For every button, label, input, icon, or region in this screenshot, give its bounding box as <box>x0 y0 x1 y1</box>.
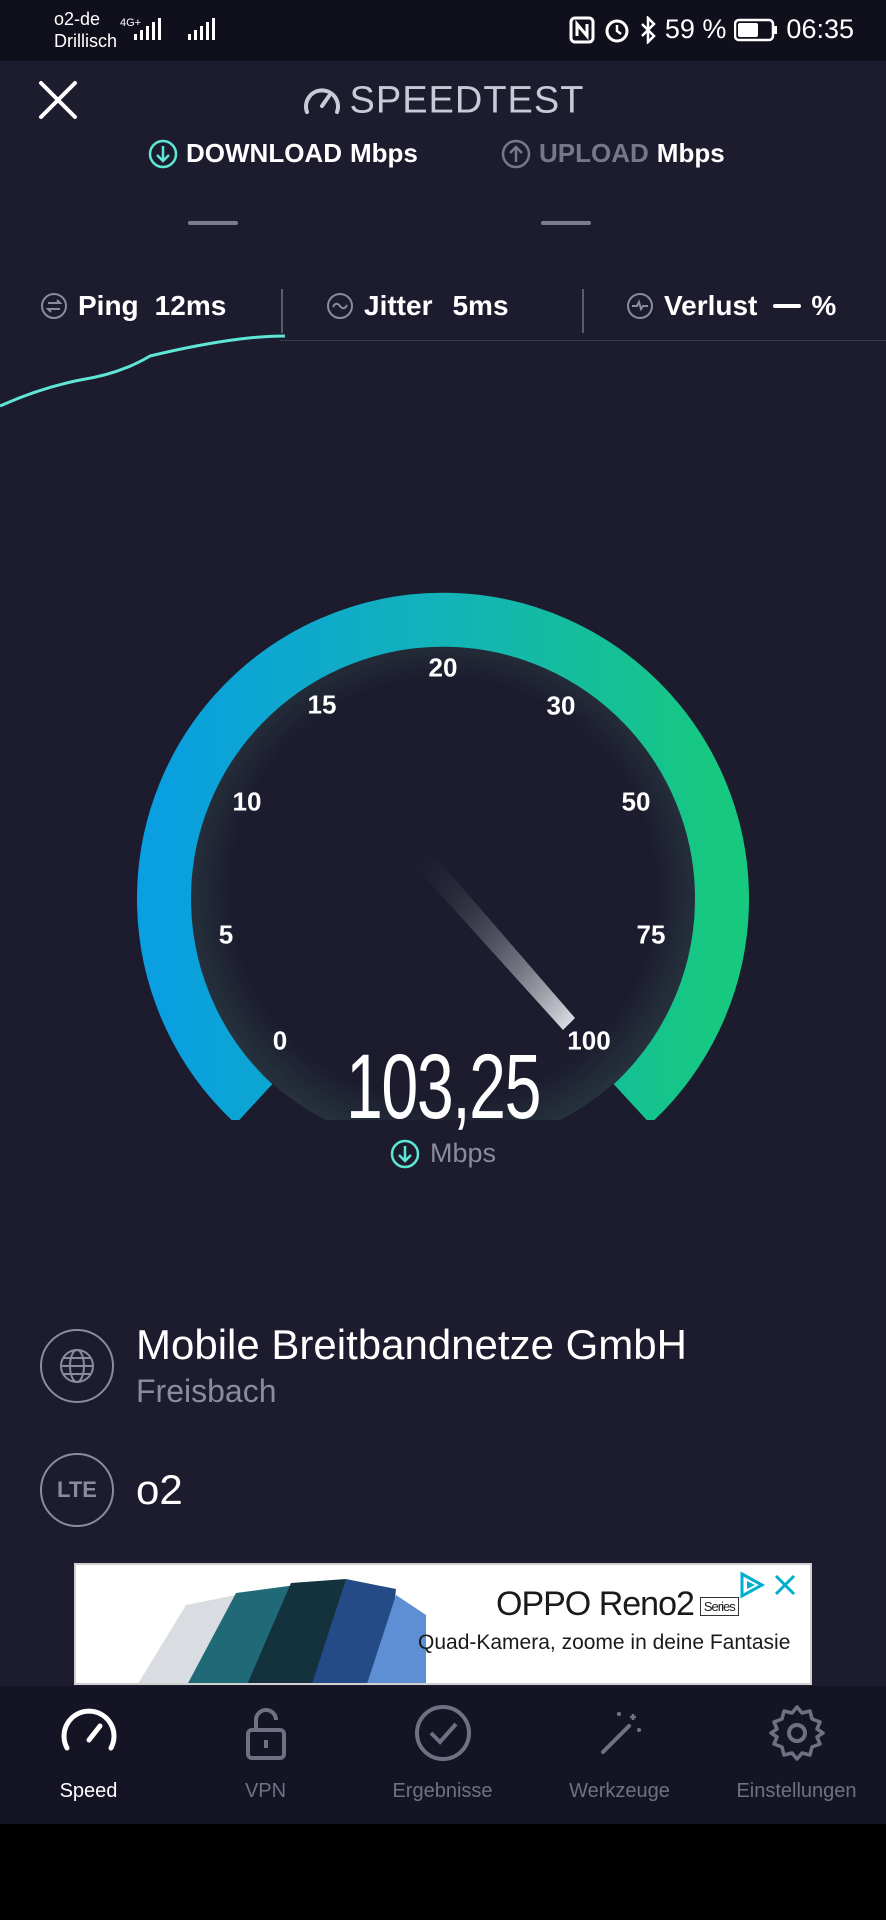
speedometer-icon <box>303 88 340 114</box>
loss-label: Verlust <box>664 290 758 321</box>
ping-label: Ping <box>78 290 139 321</box>
nav-item-tools[interactable]: Werkzeuge <box>531 1686 708 1824</box>
loss-metric: Verlust % <box>626 290 836 322</box>
upload-icon <box>501 139 531 168</box>
packet-loss-icon <box>627 293 653 319</box>
battery-icon <box>734 18 778 41</box>
ad-banner[interactable]: OPPO Reno2 Series Quad-Kamera, zoome in d… <box>74 1563 812 1685</box>
provider-location: Freisbach <box>136 1373 277 1409</box>
nav-item-settings[interactable]: Einstellungen <box>708 1686 885 1824</box>
nav-item-speed[interactable]: Speed <box>0 1686 177 1824</box>
bottom-nav: Speed VPN Ergebnisse Werkzeuge Einstellu… <box>0 1686 886 1824</box>
lock-icon <box>246 1708 286 1760</box>
gauge-tick-5: 5 <box>218 919 234 950</box>
jitter-value: 5ms <box>452 290 509 321</box>
ping-icon <box>41 293 67 319</box>
phone-image <box>138 1579 426 1683</box>
jitter-metric: Jitter 5ms <box>326 290 509 322</box>
app-title: SPEEDTEST <box>0 78 886 122</box>
download-label: DOWNLOAD <box>186 138 342 168</box>
metrics-underline <box>280 340 886 341</box>
provider-row[interactable]: Mobile Breitbandnetze GmbH Freisbach <box>40 1321 687 1410</box>
speed-unit-label: Mbps <box>429 1138 497 1168</box>
ad-subtitle: Quad-Kamera, zoome in deine Fantasie <box>418 1631 791 1654</box>
check-circle-icon <box>415 1705 471 1761</box>
network-type-label: 4G+ <box>120 17 141 29</box>
signal-bars-icon <box>188 18 215 40</box>
gauge-tick-75: 75 <box>636 919 666 950</box>
nav-item-vpn[interactable]: VPN <box>177 1686 354 1824</box>
nav-label: Ergebnisse <box>392 1780 493 1802</box>
status-right: 59 % 06:35 <box>569 14 854 45</box>
clock: 06:35 <box>786 14 854 44</box>
nav-label: Werkzeuge <box>569 1780 670 1802</box>
ad-series-badge: Series <box>699 1596 739 1616</box>
magic-wand-icon <box>601 1712 641 1754</box>
ping-metric: Ping 12ms <box>40 290 226 322</box>
carrier-name: o2-de <box>54 9 101 29</box>
lte-badge: LTE <box>57 1477 97 1502</box>
upload-header: UPLOAD Mbps <box>501 138 725 169</box>
download-value-placeholder <box>188 221 238 225</box>
carrier-name-label: o2 <box>136 1466 183 1513</box>
ping-value: 12ms <box>154 290 227 321</box>
upload-label: UPLOAD <box>539 138 649 168</box>
speed-graph <box>0 334 286 408</box>
gauge-tick-20: 20 <box>428 652 458 683</box>
gear-icon <box>769 1705 825 1761</box>
ad-title-text: OPPO Reno2 <box>496 1585 695 1623</box>
upload-unit: Mbps <box>656 138 725 168</box>
gauge-tick-10: 10 <box>232 786 262 817</box>
nfc-icon <box>569 16 595 43</box>
download-unit: Mbps <box>349 138 418 168</box>
network-row[interactable]: LTE o2 <box>40 1453 183 1527</box>
signal-4g-icon: 4G+ <box>120 17 161 40</box>
ad-title: OPPO Reno2 Series <box>496 1585 739 1624</box>
upload-value-placeholder <box>541 221 591 225</box>
carrier-info: o2-de Drillisch <box>54 8 117 52</box>
alarm-icon <box>605 19 629 42</box>
speed-unit: Mbps <box>0 1138 886 1169</box>
jitter-icon <box>327 293 353 319</box>
loss-unit: % <box>811 290 837 321</box>
gauge-tick-15: 15 <box>307 689 337 720</box>
download-icon <box>148 139 178 168</box>
loss-value-placeholder <box>773 304 802 308</box>
jitter-label: Jitter <box>364 290 433 321</box>
nav-label: Einstellungen <box>736 1780 857 1802</box>
nav-label: VPN <box>244 1780 287 1802</box>
download-header: DOWNLOAD Mbps <box>148 138 418 169</box>
provider-name: Mobile Breitbandnetze GmbH <box>136 1321 687 1368</box>
nav-item-results[interactable]: Ergebnisse <box>354 1686 531 1824</box>
adchoices-icon[interactable] <box>738 1571 766 1599</box>
download-icon <box>390 1139 420 1168</box>
gauge-tick-50: 50 <box>621 786 651 817</box>
metric-divider <box>281 289 283 333</box>
ad-close-icon[interactable] <box>773 1573 797 1597</box>
speedometer-icon <box>61 1708 117 1751</box>
lte-icon: LTE <box>40 1453 114 1527</box>
system-nav-area <box>0 1824 886 1920</box>
speedtest-screen: o2-de Drillisch 4G+ 59 % 06:35 SPEEDTEST… <box>0 0 886 1920</box>
carrier-secondary: Drillisch <box>54 31 117 51</box>
title-text: SPEEDTEST <box>349 79 585 122</box>
speed-value: 103,25 <box>346 1036 541 1138</box>
metric-divider <box>582 289 584 333</box>
nav-label: Speed <box>59 1780 118 1802</box>
bluetooth-icon <box>640 15 656 44</box>
globe-icon <box>40 1328 114 1403</box>
gauge-tick-30: 30 <box>546 690 576 721</box>
status-bar: o2-de Drillisch 4G+ 59 % 06:35 <box>0 0 886 61</box>
battery-percent: 59 % <box>664 14 727 44</box>
